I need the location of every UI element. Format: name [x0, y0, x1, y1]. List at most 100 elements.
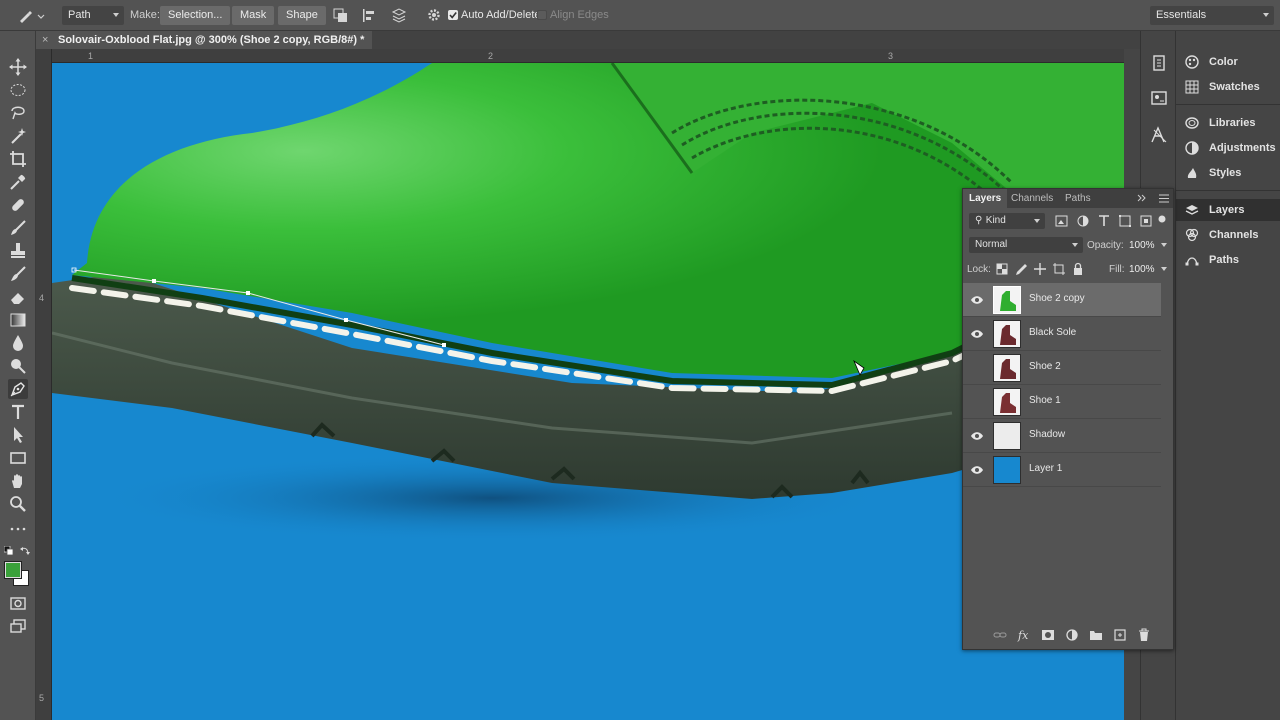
eye-icon[interactable]: [970, 430, 984, 442]
default-colors-icon[interactable]: [4, 546, 14, 556]
channels-panel-tab[interactable]: Channels: [1184, 225, 1280, 245]
paths-icon: [1185, 253, 1199, 267]
lasso-tool-icon[interactable]: [8, 103, 28, 123]
layers-panel-tab[interactable]: Layers: [1184, 200, 1280, 220]
horizontal-ruler[interactable]: 1 2 3: [52, 49, 1124, 63]
quick-mask-icon[interactable]: [8, 593, 28, 613]
properties-icon[interactable]: [1150, 89, 1168, 107]
layer-row[interactable]: Shoe 2 copy: [963, 283, 1161, 317]
styles-panel-label: Styles: [1209, 167, 1242, 179]
collapse-panel-icon[interactable]: [1137, 193, 1147, 203]
type-tool-icon[interactable]: [8, 402, 28, 422]
layer-row[interactable]: Shadow: [963, 419, 1161, 453]
make-mask-button[interactable]: Mask: [232, 6, 275, 25]
layer-row[interactable]: Shoe 1: [963, 385, 1161, 419]
paths-panel-tab[interactable]: Paths: [1184, 250, 1280, 270]
pen-tool-preset-icon[interactable]: [16, 8, 46, 24]
type-filter-icon[interactable]: [1097, 214, 1111, 228]
make-selection-button[interactable]: Selection...: [160, 6, 231, 25]
layer-name[interactable]: Shoe 1: [1029, 395, 1061, 406]
brush-tool-icon[interactable]: [8, 218, 28, 238]
tool-mode-dropdown[interactable]: Path: [62, 6, 124, 25]
eye-icon[interactable]: [970, 294, 984, 306]
tab-paths[interactable]: Paths: [1059, 189, 1097, 208]
document-tab[interactable]: × Solovair-Oxblood Flat.jpg @ 300% (Shoe…: [36, 31, 373, 49]
smart-object-filter-icon[interactable]: [1139, 214, 1153, 228]
trash-icon[interactable]: [1137, 628, 1151, 642]
workspace-dropdown[interactable]: Essentials: [1150, 6, 1274, 25]
lock-artboard-icon[interactable]: [1052, 262, 1066, 276]
path-alignment-icon[interactable]: [362, 8, 377, 23]
hidden-eye-slot[interactable]: [970, 362, 984, 374]
add-mask-icon[interactable]: [1041, 628, 1055, 642]
history-icon[interactable]: [1150, 54, 1168, 72]
libraries-panel-tab[interactable]: Libraries: [1184, 113, 1280, 133]
filter-kind-dropdown[interactable]: ⚲ Kind: [969, 213, 1045, 229]
layer-row[interactable]: Layer 1: [963, 453, 1161, 487]
rectangle-tool-icon[interactable]: [8, 448, 28, 468]
hidden-eye-slot[interactable]: [970, 396, 984, 408]
layer-name[interactable]: Shadow: [1029, 429, 1065, 440]
color-panel-tab[interactable]: Color: [1184, 52, 1280, 72]
tab-layers[interactable]: Layers: [963, 189, 1008, 208]
layer-row[interactable]: Black Sole: [963, 317, 1161, 351]
styles-panel-tab[interactable]: Styles: [1184, 163, 1280, 183]
crop-tool-icon[interactable]: [8, 149, 28, 169]
blur-tool-icon[interactable]: [8, 333, 28, 353]
gear-icon[interactable]: [427, 8, 441, 22]
filter-toggle-icon[interactable]: [1157, 214, 1171, 228]
folder-icon[interactable]: [1089, 628, 1103, 642]
auto-add-delete-checkbox[interactable]: [448, 10, 458, 20]
pixel-filter-icon[interactable]: [1055, 214, 1069, 228]
move-tool-icon[interactable]: [8, 57, 28, 77]
layer-name[interactable]: Shoe 2 copy: [1029, 293, 1085, 304]
foreground-color-swatch[interactable]: [4, 561, 22, 579]
eye-icon[interactable]: [970, 328, 984, 340]
path-selection-tool-icon[interactable]: [8, 425, 28, 445]
history-brush-tool-icon[interactable]: [8, 264, 28, 284]
layer-name[interactable]: Layer 1: [1029, 463, 1062, 474]
eraser-tool-icon[interactable]: [8, 287, 28, 307]
clone-stamp-tool-icon[interactable]: [8, 241, 28, 261]
shape-filter-icon[interactable]: [1118, 214, 1132, 228]
dodge-tool-icon[interactable]: [8, 356, 28, 376]
glyphs-icon[interactable]: [1150, 126, 1168, 144]
hand-tool-icon[interactable]: [8, 471, 28, 491]
fill-field[interactable]: 100%: [1129, 261, 1169, 277]
new-layer-icon[interactable]: [1113, 628, 1127, 642]
link-layers-icon[interactable]: [993, 628, 1007, 642]
vertical-ruler[interactable]: 4 5: [36, 49, 52, 720]
close-tab-icon[interactable]: ×: [42, 31, 48, 49]
tab-channels[interactable]: Channels: [1005, 189, 1059, 208]
swatches-panel-tab[interactable]: Swatches: [1184, 77, 1280, 97]
lock-all-icon[interactable]: [1071, 262, 1085, 276]
pen-tool-icon[interactable]: [8, 379, 28, 399]
more-tools-icon[interactable]: [8, 519, 28, 539]
swap-colors-icon[interactable]: [20, 546, 30, 556]
screen-mode-icon[interactable]: [8, 616, 28, 636]
layer-name[interactable]: Shoe 2: [1029, 361, 1061, 372]
lock-pixels-icon[interactable]: [1014, 262, 1028, 276]
healing-brush-tool-icon[interactable]: [8, 195, 28, 215]
make-shape-button[interactable]: Shape: [278, 6, 326, 25]
path-arrangement-icon[interactable]: [390, 7, 408, 24]
lock-position-icon[interactable]: [1033, 262, 1047, 276]
path-operations-icon[interactable]: [333, 8, 348, 23]
layer-name[interactable]: Black Sole: [1029, 327, 1076, 338]
adjustment-filter-icon[interactable]: [1076, 214, 1090, 228]
gradient-tool-icon[interactable]: [8, 310, 28, 330]
eyedropper-tool-icon[interactable]: [8, 172, 28, 192]
blend-mode-dropdown[interactable]: Normal: [969, 237, 1083, 253]
layer-row[interactable]: Shoe 2: [963, 351, 1161, 385]
panel-menu-icon[interactable]: [1159, 194, 1169, 203]
lock-transparency-icon[interactable]: [995, 262, 1009, 276]
zoom-tool-icon[interactable]: [8, 494, 28, 514]
magic-wand-tool-icon[interactable]: [8, 126, 28, 146]
align-edges-checkbox[interactable]: [537, 10, 547, 20]
marquee-tool-icon[interactable]: [8, 80, 28, 100]
adjustment-layer-icon[interactable]: [1065, 628, 1079, 642]
eye-icon[interactable]: [970, 464, 984, 476]
adjustments-panel-tab[interactable]: Adjustments: [1184, 138, 1280, 158]
layer-effects-icon[interactable]: fx: [1017, 628, 1031, 642]
opacity-field[interactable]: 100%: [1129, 237, 1169, 253]
